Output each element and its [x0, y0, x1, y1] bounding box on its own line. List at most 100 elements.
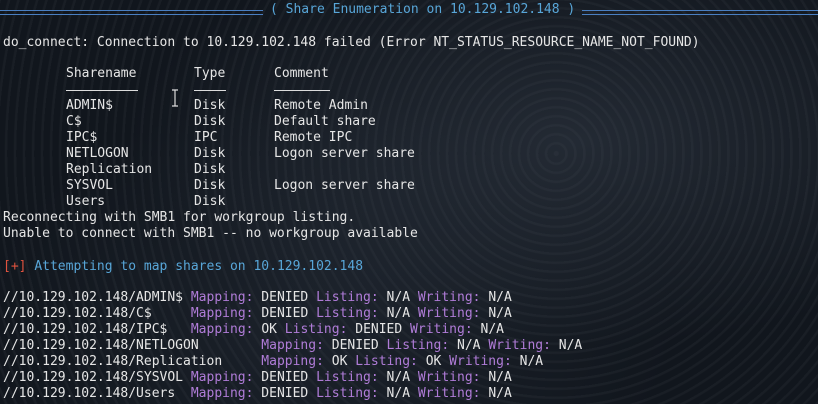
mapping-row: //10.129.102.148/Users Mapping: DENIED L…: [3, 386, 512, 402]
mapping-row: //10.129.102.148/NETLOGON Mapping: DENIE…: [3, 338, 582, 354]
mapping-mapping-value: DENIED: [261, 370, 309, 385]
mapping-writing-value: N/A: [488, 370, 512, 385]
terminal-window[interactable]: ( Share Enumeration on 10.129.102.148 ) …: [0, 0, 818, 404]
mapping-listing-value: N/A: [457, 338, 481, 353]
header-type-underline: [194, 90, 226, 91]
share-type-cell: Disk: [194, 114, 226, 129]
mapping-row: //10.129.102.148/ADMIN$ Mapping: DENIED …: [3, 290, 512, 306]
mapping-mapping-value: DENIED: [331, 338, 379, 353]
mapping-pad: [167, 322, 190, 337]
mapping-listing-label: Listing:: [316, 370, 379, 385]
share-comment-cell: Default share: [274, 114, 376, 129]
mapping-writing-value: N/A: [488, 306, 512, 321]
mapping-pad: [152, 306, 191, 321]
mapping-listing-value: N/A: [386, 290, 411, 305]
mapping-mapping-label: Mapping:: [190, 370, 254, 385]
mapping-mapping-label: Mapping:: [261, 354, 324, 369]
success-marker: [+]: [3, 259, 27, 274]
mapping-mapping-value: OK: [261, 322, 277, 337]
share-name-cell: Replication: [66, 162, 153, 177]
mapping-row: //10.129.102.148/C$ Mapping: DENIED List…: [3, 306, 512, 322]
mapping-pad: [183, 370, 191, 385]
share-type-cell: Disk: [194, 178, 226, 193]
smb1-unable-line: Unable to connect with SMB1 -- no workgr…: [3, 226, 418, 241]
connect-error-line: do_connect: Connection to 10.129.102.148…: [3, 35, 700, 50]
mapping-listing-value: N/A: [386, 386, 411, 401]
header-sharename: Sharename: [66, 66, 137, 81]
share-comment-cell: Remote IPC: [274, 130, 353, 145]
mapping-writing-label: Writing:: [417, 370, 481, 385]
banner-rule-left: [0, 10, 263, 15]
mapping-row: //10.129.102.148/Replication Mapping: OK…: [3, 354, 543, 370]
mapping-listing-label: Listing:: [355, 354, 418, 369]
mapping-listing-value: N/A: [386, 370, 411, 385]
share-name-cell: Users: [66, 194, 106, 209]
mapping-writing-label: Writing:: [417, 386, 481, 401]
mapping-listing-label: Listing:: [316, 290, 379, 305]
share-type-cell: Disk: [194, 98, 226, 113]
share-type-cell: Disk: [194, 146, 226, 161]
mapping-mapping-label: Mapping:: [190, 322, 254, 337]
mapping-listing-value: DENIED: [355, 322, 403, 337]
mapping-pad: [199, 338, 262, 353]
mapping-path: //10.129.102.148/ADMIN$: [3, 290, 184, 305]
header-type: Type: [194, 66, 226, 81]
mapping-writing-label: Writing:: [449, 354, 512, 369]
mapping-row: //10.129.102.148/IPC$ Mapping: OK Listin…: [3, 322, 504, 338]
mapping-mapping-value: DENIED: [261, 290, 309, 305]
mapping-listing-value: N/A: [386, 306, 411, 321]
share-type-cell: Disk: [194, 194, 226, 209]
share-name-cell: IPC$: [66, 130, 98, 145]
mapping-listing-label: Listing:: [316, 306, 379, 321]
header-comment-underline: [274, 90, 330, 91]
mapping-writing-value: N/A: [480, 322, 504, 337]
mapping-writing-label: Writing:: [417, 306, 481, 321]
mapping-mapping-label: Mapping:: [190, 306, 254, 321]
share-name-cell: ADMIN$: [66, 98, 113, 113]
mapping-mapping-value: DENIED: [261, 306, 309, 321]
share-comment-cell: Logon server share: [274, 178, 415, 193]
mapping-pad: [222, 354, 261, 369]
share-comment-cell: Remote Admin: [274, 98, 368, 113]
mapping-mapping-label: Mapping:: [190, 386, 254, 401]
mapping-listing-label: Listing:: [316, 386, 379, 401]
mapping-mapping-label: Mapping:: [190, 290, 254, 305]
mapping-path: //10.129.102.148/Replication: [3, 354, 223, 369]
mapping-listing-label: Listing:: [284, 322, 348, 337]
mapping-writing-value: N/A: [558, 338, 583, 353]
banner-rule-right: [582, 10, 818, 15]
share-type-cell: Disk: [194, 162, 226, 177]
share-name-cell: C$: [66, 114, 82, 129]
mapping-pad: [175, 386, 191, 401]
attempt-line: [+] Attempting to map shares on 10.129.1…: [3, 259, 363, 275]
mapping-writing-label: Writing:: [488, 338, 551, 353]
header-sharename-underline: [66, 90, 138, 91]
attempt-text: Attempting to map shares on 10.129.102.1…: [34, 259, 364, 274]
mapping-path: //10.129.102.148/SYSVOL: [3, 370, 184, 385]
mapping-mapping-value: DENIED: [261, 386, 309, 401]
mapping-row: //10.129.102.148/SYSVOL Mapping: DENIED …: [3, 370, 512, 386]
share-comment-cell: Logon server share: [274, 146, 415, 161]
mapping-writing-label: Writing:: [417, 290, 481, 305]
